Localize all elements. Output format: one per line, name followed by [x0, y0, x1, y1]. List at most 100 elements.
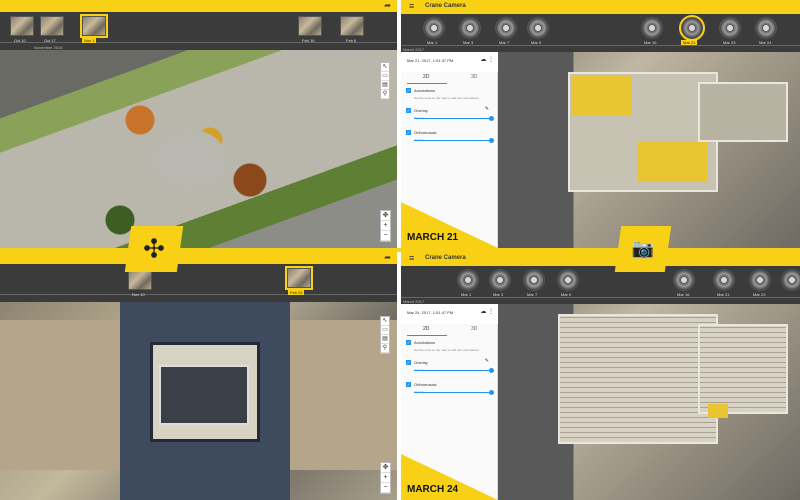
- checkbox-checked-icon[interactable]: ✓: [406, 108, 411, 114]
- timeline-thumb[interactable]: [489, 269, 511, 291]
- drone-badge: ✣: [124, 226, 184, 272]
- timeline-thumb[interactable]: [641, 17, 663, 39]
- map-toolbar: ↖ ▭ ▤ ⚲: [380, 316, 390, 354]
- aerial-map-crane[interactable]: [498, 52, 800, 248]
- drone-view-top: ➦ Oct 10 Oct 17 Nov 1 Feb 16 Feb 6 Novem…: [0, 0, 397, 248]
- document-icon[interactable]: ▤: [381, 81, 389, 90]
- crane-badge: 📷: [614, 226, 672, 272]
- timeline-thumb[interactable]: [673, 269, 695, 291]
- overlay-opacity-slider[interactable]: [414, 116, 494, 121]
- pencil-icon[interactable]: ✎: [485, 358, 489, 364]
- timeline-thumb[interactable]: [527, 17, 549, 39]
- aerial-map-site[interactable]: [0, 302, 397, 500]
- timeline-thumb[interactable]: [298, 16, 322, 36]
- share-icon[interactable]: ➦: [384, 253, 391, 262]
- timeline: Nov 10 Feb 23: [0, 264, 397, 302]
- checkbox-checked-icon[interactable]: ✓: [406, 88, 411, 94]
- zoom-out-button[interactable]: −: [381, 231, 390, 241]
- document-icon[interactable]: ▤: [381, 335, 389, 344]
- timeline-thumb[interactable]: [40, 16, 64, 36]
- map-toolbar: ↖ ▭ ▤ ⚲: [380, 62, 390, 100]
- zoom-controls: ✥ + −: [380, 210, 391, 242]
- layers-icon[interactable]: ▭: [381, 326, 389, 335]
- annotations-toggle[interactable]: ✓ Annotations: [406, 340, 435, 346]
- tab-3d[interactable]: 3D: [471, 326, 477, 332]
- timeline: Mar 1 Mar 3 Mar 7 Mar 9 Mar 16 Mar 21 Ma…: [401, 14, 800, 52]
- timeline-thumb[interactable]: [781, 269, 800, 291]
- timeline-thumb[interactable]: [719, 17, 741, 39]
- menu-icon[interactable]: ≡: [409, 1, 414, 11]
- overlay-opacity-slider[interactable]: [414, 368, 494, 373]
- divider-bar: [0, 248, 800, 252]
- app-bar: ≡ Crane Camera: [401, 0, 800, 14]
- timeline-thumb[interactable]: [128, 270, 152, 290]
- aerial-map-parking[interactable]: [0, 50, 397, 248]
- timeline-thumb[interactable]: [423, 17, 445, 39]
- aerial-map-crane[interactable]: [498, 304, 800, 500]
- timeline-label: Oct 10: [14, 38, 26, 43]
- select-tool-icon[interactable]: ↖: [381, 63, 389, 72]
- zoom-out-button[interactable]: −: [381, 483, 390, 493]
- orthomosaic-toggle[interactable]: ✓ Orthomosaic: [406, 382, 437, 388]
- timeline-label: Mar 1: [427, 40, 438, 45]
- capture-date: Mar 21, 2017, 1:51:37 PM: [407, 58, 454, 63]
- tab-2d[interactable]: 2D: [423, 74, 429, 80]
- timeline-label: Mar 23: [723, 40, 736, 45]
- checkbox-checked-icon[interactable]: ✓: [406, 340, 411, 346]
- timeline-thumb-selected[interactable]: [285, 266, 313, 290]
- compass-icon[interactable]: ✥: [381, 463, 390, 473]
- layers-icon[interactable]: ▭: [381, 72, 389, 81]
- zoom-in-button[interactable]: +: [381, 221, 390, 231]
- timeline-thumb-selected[interactable]: [679, 15, 705, 41]
- timeline-thumb[interactable]: [10, 16, 34, 36]
- cloud-download-icon[interactable]: ☁ ⋮: [480, 56, 494, 63]
- tab-2d[interactable]: 2D: [423, 326, 429, 332]
- drone-view-bottom: ➦ Nov 10 Feb 23 ↖ ▭ ▤ ⚲ ✥ + −: [0, 252, 397, 500]
- timeline-thumb[interactable]: [340, 16, 364, 36]
- drone-icon: ✣: [143, 233, 165, 264]
- menu-icon[interactable]: ≡: [409, 253, 414, 263]
- timeline-thumb[interactable]: [755, 17, 777, 39]
- timeline-label: Mar 7: [499, 40, 510, 45]
- share-icon[interactable]: ➦: [384, 1, 391, 10]
- timeline-label: Mar 21: [717, 292, 730, 297]
- tab-3d[interactable]: 3D: [471, 74, 477, 80]
- timeline-label: Mar 16: [644, 40, 657, 45]
- select-tool-icon[interactable]: ↖: [381, 317, 389, 326]
- timeline-label-selected: Feb 23: [288, 290, 305, 295]
- timeline-thumb[interactable]: [557, 269, 579, 291]
- checkbox-checked-icon[interactable]: ✓: [406, 130, 411, 136]
- compass-icon[interactable]: ✥: [381, 211, 390, 221]
- timeline-label: Feb 6: [346, 38, 357, 43]
- cloud-download-icon[interactable]: ☁ ⋮: [480, 308, 494, 315]
- orthomosaic-opacity-slider[interactable]: [414, 138, 494, 143]
- timeline-label: Mar 9: [561, 292, 572, 297]
- timeline: Oct 10 Oct 17 Nov 1 Feb 16 Feb 6 Novembe…: [0, 12, 397, 50]
- orthomosaic-toggle[interactable]: ✓ Orthomosaic: [406, 130, 437, 136]
- timeline-label: Mar 9: [531, 40, 542, 45]
- zoom-in-button[interactable]: +: [381, 473, 390, 483]
- app-title: Crane Camera: [425, 255, 466, 261]
- overlay-toggle[interactable]: ✓ Overlay: [406, 360, 428, 366]
- orthomosaic-opacity-slider[interactable]: [414, 390, 494, 395]
- timeline-label-selected: Nov 1: [82, 38, 97, 43]
- timeline-thumb[interactable]: [457, 269, 479, 291]
- app-bar: ≡ Crane Camera: [401, 252, 800, 266]
- annotations-toggle[interactable]: ✓ Annotations: [406, 88, 435, 94]
- composite-screenshot: ➦ Oct 10 Oct 17 Nov 1 Feb 16 Feb 6 Novem…: [0, 0, 800, 500]
- pencil-icon[interactable]: ✎: [485, 106, 489, 112]
- timeline-label: Mar 3: [493, 292, 504, 297]
- timeline-thumb[interactable]: [749, 269, 771, 291]
- timeline-thumb[interactable]: [713, 269, 735, 291]
- timeline-label: Mar 7: [527, 292, 538, 297]
- timeline-thumb[interactable]: [459, 17, 481, 39]
- checkbox-checked-icon[interactable]: ✓: [406, 360, 411, 366]
- timeline-thumb[interactable]: [495, 17, 517, 39]
- location-pin-icon[interactable]: ⚲: [381, 90, 389, 99]
- timeline-thumb-selected[interactable]: [80, 14, 108, 38]
- location-pin-icon[interactable]: ⚲: [381, 344, 389, 353]
- overlay-toggle[interactable]: ✓ Overlay: [406, 108, 428, 114]
- timeline-thumb[interactable]: [523, 269, 545, 291]
- checkbox-checked-icon[interactable]: ✓: [406, 382, 411, 388]
- timeline-label: Nov 10: [132, 292, 145, 297]
